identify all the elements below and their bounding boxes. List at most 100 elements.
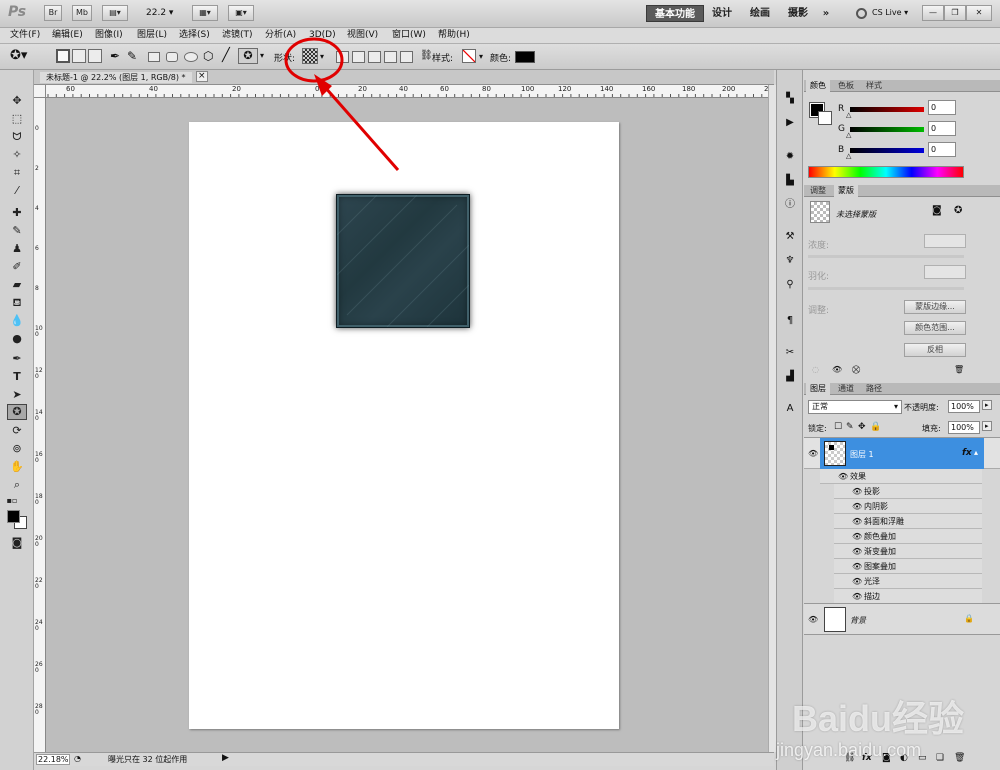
status-menu-arrow-icon[interactable]: ▶ — [222, 753, 229, 763]
brush-tool-icon[interactable]: ✎ — [9, 224, 25, 238]
clone-source-panel-icon[interactable]: ♆ — [782, 254, 798, 268]
tab-color[interactable]: 颜色 — [806, 80, 830, 92]
add-to-shape-button[interactable] — [352, 51, 365, 63]
freeform-pen-icon[interactable]: ✎ — [127, 49, 137, 63]
workspace-essentials[interactable]: 基本功能 — [646, 5, 704, 22]
density-input[interactable] — [924, 234, 966, 248]
move-tool-icon[interactable]: ✥ — [9, 94, 25, 108]
exclude-shape-button[interactable] — [400, 51, 413, 63]
channel-g-input[interactable]: 0 — [928, 121, 956, 136]
tab-masks[interactable]: 蒙版 — [834, 185, 858, 197]
effect-row[interactable]: 👁 描边 — [834, 589, 982, 604]
workspace-design[interactable]: 设计 — [708, 5, 736, 22]
cslive-button[interactable]: CS Live ▾ — [872, 8, 908, 17]
spectrum-bar[interactable] — [808, 166, 964, 178]
view-extras-button[interactable]: ▤▾ — [102, 5, 128, 21]
restore-button[interactable]: ❐ — [944, 5, 966, 21]
paragraph-panel-icon[interactable]: ¶ — [782, 314, 798, 328]
eye-icon[interactable]: 👁 — [852, 517, 862, 526]
foreground-color-swatch[interactable] — [7, 510, 20, 523]
lock-pixels-icon[interactable]: ✎ — [846, 422, 854, 432]
close-button[interactable]: ✕ — [966, 5, 992, 21]
eye-icon[interactable]: 👁 — [852, 487, 862, 496]
tab-swatches[interactable]: 色板 — [834, 80, 858, 92]
channel-r-slider[interactable] — [850, 107, 924, 112]
menu-view[interactable]: 视图(V) — [347, 29, 378, 42]
delete-layer-icon[interactable]: 🗑 — [954, 753, 965, 763]
opacity-arrow-icon[interactable]: ▸ — [982, 400, 992, 410]
info-panel-icon[interactable]: ⓘ — [782, 198, 798, 212]
minimize-button[interactable]: — — [922, 5, 944, 21]
eye-icon[interactable]: 👁 — [852, 532, 862, 541]
color-panel-bg-swatch[interactable] — [818, 111, 832, 125]
menu-filter[interactable]: 滤镜(T) — [222, 29, 253, 42]
type-tool-icon[interactable]: T — [9, 370, 25, 384]
layer-row-layer1[interactable]: 👁 图层 1 fx ▴ — [804, 437, 1000, 469]
3d-rotate-tool-icon[interactable]: ⟳ — [9, 424, 25, 438]
3d-orbit-tool-icon[interactable]: ⊚ — [9, 442, 25, 456]
menu-select[interactable]: 选择(S) — [179, 29, 210, 42]
ruler-origin[interactable] — [34, 85, 46, 98]
effects-row[interactable]: 👁 效果 — [820, 469, 982, 484]
load-selection-icon[interactable]: ◌ — [812, 365, 819, 374]
minibridge-button[interactable]: Mb — [72, 5, 92, 21]
crop-tool-icon[interactable]: ⌗ — [9, 166, 25, 180]
tab-styles[interactable]: 样式 — [862, 80, 886, 92]
lock-all-icon[interactable]: 🔒 — [870, 422, 881, 432]
quick-mask-icon[interactable]: ◙ — [9, 536, 25, 550]
workspace-photography[interactable]: 摄影 — [784, 5, 812, 22]
new-layer-icon[interactable]: ❏ — [936, 753, 944, 763]
fill-arrow-icon[interactable]: ▸ — [982, 421, 992, 431]
custom-shape-tool-icon[interactable]: ✪ — [7, 404, 27, 420]
brushes-panel-icon[interactable]: ⚒ — [782, 230, 798, 244]
menu-3d[interactable]: 3D(D) — [309, 29, 336, 42]
eye-icon[interactable]: 👁 — [852, 562, 862, 571]
custom-shape-button[interactable]: ✪ — [238, 48, 258, 64]
fx-badge[interactable]: fx — [962, 448, 972, 458]
effect-row[interactable]: 👁 渐变叠加 — [834, 544, 982, 559]
vertical-scrollbar[interactable] — [768, 85, 776, 752]
history-panel-icon[interactable]: ▚ — [782, 92, 798, 106]
layer-row-background[interactable]: 👁 背景 🔒 — [804, 603, 1000, 635]
fill-input[interactable]: 100% — [948, 421, 980, 434]
channel-b-handle-icon[interactable]: △ — [846, 152, 851, 160]
line-shape-icon[interactable]: ╱ — [222, 48, 230, 63]
arrange-documents-button[interactable]: ▦▾ — [192, 5, 218, 21]
document-tab[interactable]: 未标题-1 @ 22.2% (图层 1, RGB/8) * × — [34, 70, 774, 85]
channel-b-slider[interactable] — [850, 148, 924, 153]
default-colors-icon[interactable]: ▪▫ — [4, 494, 20, 508]
zoom-tool-icon[interactable]: ⌕ — [9, 478, 25, 492]
intersect-shape-button[interactable] — [384, 51, 397, 63]
subtract-shape-button[interactable] — [368, 51, 381, 63]
apply-mask-icon[interactable]: 👁 — [832, 365, 842, 374]
marquee-tool-icon[interactable]: ⬚ — [9, 112, 25, 126]
blur-tool-icon[interactable]: 💧 — [9, 314, 25, 328]
eye-icon[interactable]: 👁 — [852, 592, 862, 601]
channel-g-handle-icon[interactable]: △ — [846, 131, 851, 139]
zoom-level-dropdown[interactable]: 22.2 ▾ — [146, 8, 173, 18]
lock-position-icon[interactable]: ✥ — [858, 422, 866, 432]
tab-layers[interactable]: 图层 — [806, 383, 830, 395]
menu-window[interactable]: 窗口(W) — [392, 29, 426, 42]
new-shape-layer-button[interactable] — [336, 51, 349, 63]
delete-mask-icon[interactable]: 🗑 — [954, 365, 964, 374]
menu-image[interactable]: 图像(I) — [95, 29, 123, 42]
document-close-icon[interactable]: × — [196, 71, 208, 82]
horizontal-ruler[interactable]: 60 40 20 0 20 40 60 80 100 120 140 160 1… — [46, 85, 768, 98]
tab-adjustments[interactable]: 调整 — [806, 185, 830, 197]
eye-icon[interactable]: 👁 — [852, 577, 862, 586]
tool-presets-panel-icon[interactable]: ⚲ — [782, 278, 798, 292]
menu-file[interactable]: 文件(F) — [10, 29, 40, 42]
channel-r-handle-icon[interactable]: △ — [846, 111, 851, 119]
pixel-mask-icon[interactable]: ◙ — [932, 205, 942, 216]
hand-tool-icon[interactable]: ✋ — [9, 460, 25, 474]
density-slider[interactable] — [808, 255, 964, 258]
menu-edit[interactable]: 编辑(E) — [52, 29, 83, 42]
mask-edge-button[interactable]: 蒙版边缘... — [904, 300, 966, 314]
status-zoom-input[interactable]: 22.18% — [36, 754, 70, 765]
blend-mode-select[interactable]: 正常 ▾ — [808, 400, 902, 414]
vertical-ruler[interactable]: 0 2 4 6 8 100 120 140 160 180 200 220 24… — [34, 98, 46, 752]
style-picker[interactable] — [462, 49, 476, 63]
ellipse-shape-button[interactable] — [184, 52, 198, 62]
rounded-rectangle-button[interactable] — [166, 52, 178, 62]
